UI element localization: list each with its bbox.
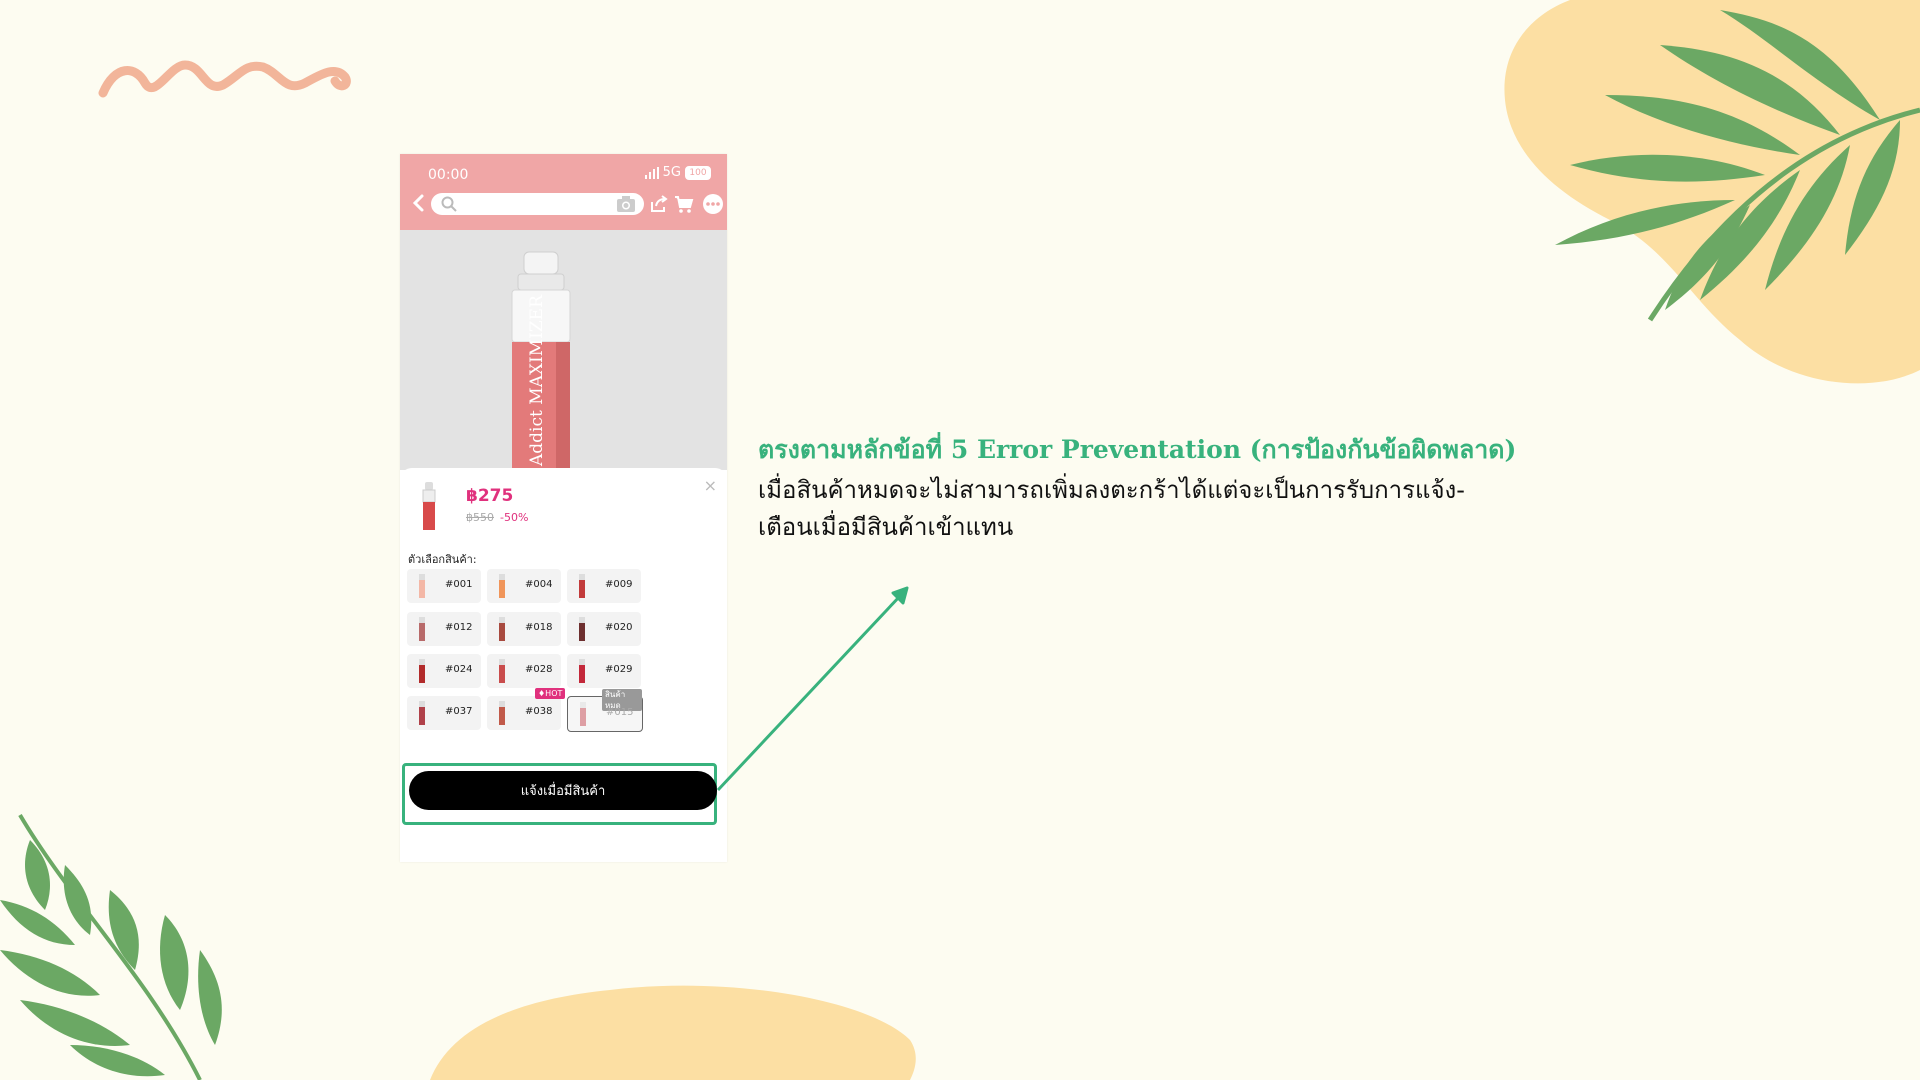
annotation-line-2: เตือนเมื่อมีสินค้าเข้าแทน bbox=[758, 513, 1014, 541]
annotation-heading: ตรงตามหลักข้อที่ 5 Error Preventation (ก… bbox=[758, 435, 1517, 464]
annotation-line-1: เมื่อสินค้าหมดจะไม่สามารถเพิ่มลงตะกร้าได… bbox=[758, 476, 1465, 504]
